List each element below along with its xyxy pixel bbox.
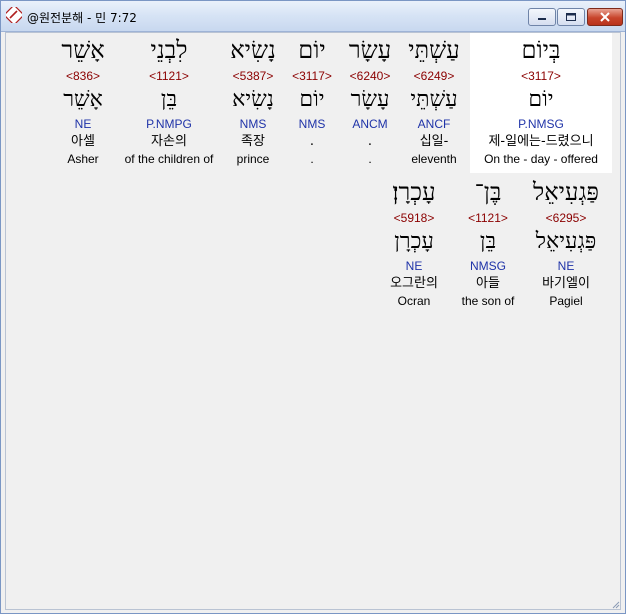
english-gloss: Ocran (397, 294, 431, 308)
window-title: @원전분해 - 민 7:72 (27, 11, 137, 25)
hebrew-word: עָכְרָן׃ (392, 178, 436, 206)
strong-number: <3117> (521, 69, 561, 83)
word-column[interactable]: בְּיוֹם <3117> יוֹם P.NMSG 제-일에는-드렸으니 On… (481, 33, 601, 167)
resize-grip-icon[interactable] (610, 599, 620, 609)
hebrew-root: עָכְרָן (394, 229, 434, 254)
minimize-button[interactable] (528, 8, 556, 26)
hebrew-word: בְּיוֹם (521, 36, 561, 64)
maximize-button[interactable] (557, 8, 585, 26)
strong-number: <5918> (393, 211, 435, 225)
morphology-code: NE (74, 117, 92, 131)
english-gloss: On the - day - offered (484, 152, 598, 166)
korean-gloss: 아셀 (71, 134, 95, 149)
close-icon (600, 12, 610, 22)
interlinear-panel: בְּיוֹם <3117> יוֹם P.NMSG 제-일에는-드렸으니 On… (5, 32, 621, 610)
word-column[interactable]: אָשֵׁר <836> אָשֵׁר NE 아셀 Asher (23, 33, 143, 167)
hebrew-root: יוֹם (528, 87, 554, 112)
maximize-icon (566, 13, 576, 21)
strong-number: <836> (65, 69, 101, 83)
morphology-code: P.NMSG (518, 117, 564, 131)
hebrew-root: אָשֵׁר (63, 87, 103, 112)
korean-gloss: 오그란의 (390, 276, 438, 291)
word-column[interactable]: עָכְרָן׃ <5918> עָכְרָן NE 오그란의 Ocran (354, 175, 474, 309)
minimize-icon (538, 18, 546, 20)
morphology-code: NE (405, 259, 423, 273)
hebrew-word: אָשֵׁר (61, 36, 105, 64)
app-window: @원전분해 - 민 7:72 בְּיוֹם <3117> יוֹם P.NMS… (0, 0, 626, 614)
app-icon (6, 7, 22, 23)
english-gloss: Asher (67, 152, 99, 166)
close-button[interactable] (587, 8, 623, 26)
title-bar[interactable]: @원전분해 - 민 7:72 (1, 1, 625, 32)
korean-gloss: 제-일에는-드렸으니 (488, 134, 594, 149)
